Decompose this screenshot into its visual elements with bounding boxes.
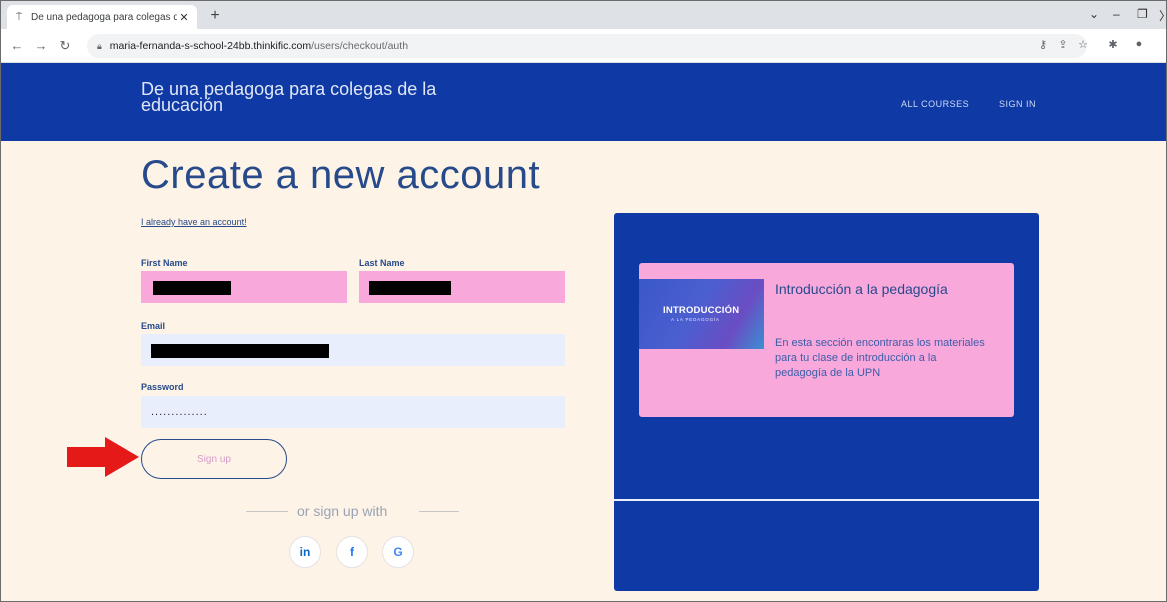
close-tab-icon[interactable]: ✕ <box>177 11 191 24</box>
already-have-account-link[interactable]: I already have an account! <box>141 217 247 227</box>
password-input[interactable]: .............. <box>141 396 565 428</box>
course-thumbnail: INTRODUCCIÓN A LA PEDAGOGÍA <box>639 279 764 349</box>
divider-right <box>419 511 459 512</box>
thumbnail-title: INTRODUCCIÓN <box>663 305 740 316</box>
lock-icon[interactable]: 🔒︎ <box>97 41 102 52</box>
last-name-input[interactable] <box>359 271 565 303</box>
browser-tab[interactable]: ⍑ De una pedagoga para colegas d ✕ <box>7 5 197 29</box>
email-label: Email <box>141 321 166 331</box>
key-icon[interactable]: ⚷ <box>1035 38 1051 51</box>
star-icon[interactable]: ☆ <box>1075 38 1091 51</box>
facebook-icon[interactable]: f <box>336 536 368 568</box>
password-value: .............. <box>151 406 208 418</box>
redaction-bar <box>151 344 329 358</box>
url-path: /users/checkout/auth <box>311 40 409 52</box>
site-brand[interactable]: De una pedagoga para colegas de la educa… <box>141 80 441 114</box>
first-name-input[interactable] <box>141 271 347 303</box>
redaction-bar <box>153 281 231 295</box>
share-icon[interactable]: ⇪ <box>1055 38 1071 51</box>
site-header: De una pedagoga para colegas de la educa… <box>1 63 1166 141</box>
browser-toolbar: ← → ↻ 🔒︎ maria-fernanda-s-school-24bb.th… <box>1 29 1166 63</box>
tab-title: De una pedagoga para colegas d <box>31 11 177 23</box>
last-name-label: Last Name <box>359 258 405 268</box>
panel-divider <box>614 499 1039 501</box>
google-icon[interactable]: G <box>382 536 414 568</box>
new-tab-icon[interactable]: + <box>205 6 225 26</box>
back-icon[interactable]: ← <box>9 38 25 53</box>
thinkific-favicon-icon: ⍑ <box>16 11 22 23</box>
nav-sign-in[interactable]: SIGN IN <box>999 99 1036 109</box>
minimize-icon[interactable]: – <box>1113 7 1120 21</box>
red-arrow-icon <box>67 437 139 477</box>
reload-icon[interactable]: ↻ <box>57 38 73 54</box>
or-sign-up-with-text: or sign up with <box>297 503 388 519</box>
divider-left <box>246 511 288 512</box>
password-label: Password <box>141 382 184 392</box>
url-host: maria-fernanda-s-school-24bb.thinkific.c… <box>109 40 312 52</box>
restore-icon[interactable]: ❐ <box>1137 7 1148 21</box>
linkedin-icon[interactable]: in <box>289 536 321 568</box>
forward-icon[interactable]: → <box>33 38 49 53</box>
extensions-icon[interactable]: ✱ <box>1105 38 1121 51</box>
first-name-label: First Name <box>141 258 188 268</box>
sign-up-button[interactable]: Sign up <box>141 439 287 479</box>
close-window-icon[interactable]: 〉 <box>1159 7 1166 24</box>
tab-strip: ⍑ De una pedagoga para colegas d ✕ + ⌄ –… <box>1 1 1166 29</box>
browser-window: ⍑ De una pedagoga para colegas d ✕ + ⌄ –… <box>0 0 1167 602</box>
course-description: En esta sección encontraras los material… <box>775 337 985 379</box>
page-title: Create a new account <box>141 153 541 197</box>
tab-search-icon[interactable]: ⌄ <box>1089 7 1099 21</box>
thumbnail-subtitle: A LA PEDAGOGÍA <box>671 317 720 322</box>
nav-all-courses[interactable]: ALL COURSES <box>901 99 969 109</box>
address-bar[interactable]: 🔒︎ maria-fernanda-s-school-24bb.thinkifi… <box>87 34 1087 58</box>
profile-icon[interactable]: ● <box>1131 38 1147 50</box>
course-title: Introducción a la pedagogía <box>775 281 948 297</box>
email-input[interactable] <box>141 334 565 366</box>
redaction-bar <box>369 281 451 295</box>
